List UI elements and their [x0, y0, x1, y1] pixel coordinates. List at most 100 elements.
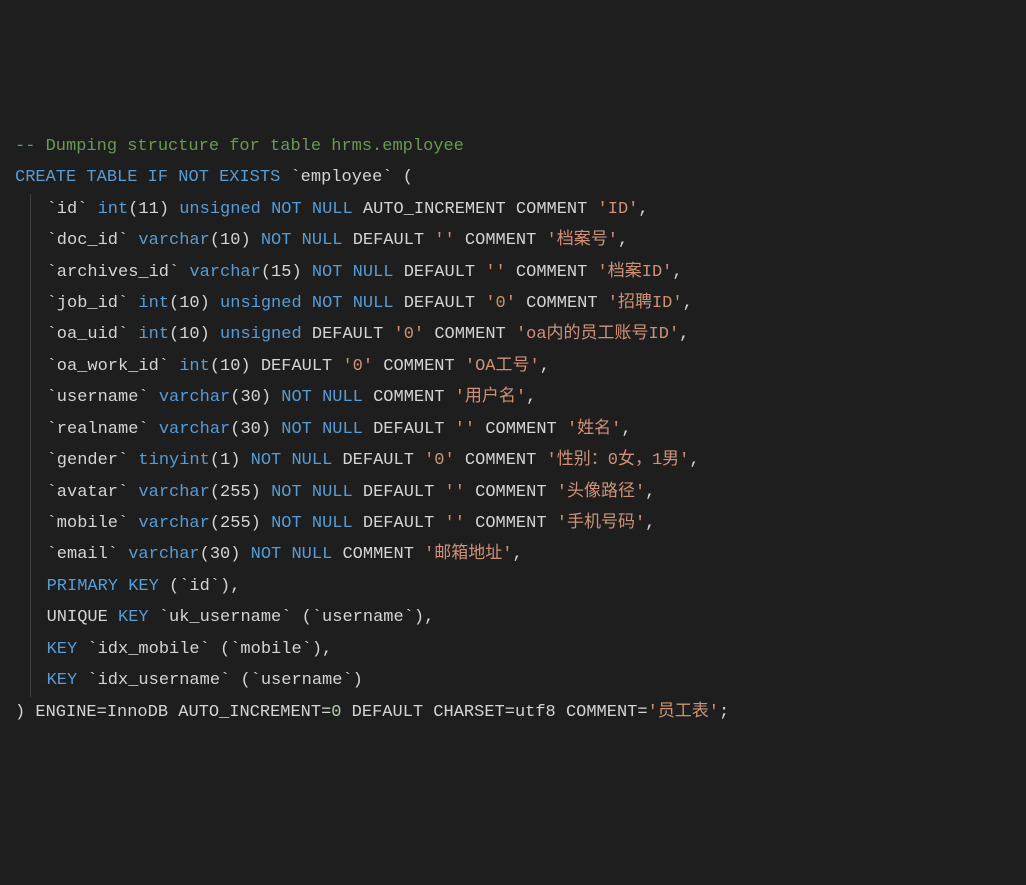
footer-token: ; — [719, 703, 729, 722]
column-size: (30) — [200, 545, 241, 564]
column-attr: '招聘ID' — [608, 294, 683, 313]
column-type: varchar — [138, 483, 209, 502]
column-attr: COMMENT — [342, 545, 413, 564]
column-name: `archives_id` — [47, 263, 180, 282]
column-size: (11) — [128, 200, 169, 219]
column-attr: '性别：0女，1男' — [547, 451, 690, 470]
footer-token: InnoDB — [107, 703, 168, 722]
column-attr: DEFAULT — [261, 357, 332, 376]
column-attr: '' — [485, 263, 505, 282]
column-name: `oa_uid` — [47, 325, 129, 344]
column-attr: NULL — [353, 263, 394, 282]
column-def-line: `id` int(11) unsigned NOT NULL AUTO_INCR… — [47, 194, 1011, 225]
column-attr: NOT — [312, 263, 343, 282]
key-token: ) — [353, 671, 363, 690]
column-type: int — [179, 357, 210, 376]
key-token: ( — [169, 577, 179, 596]
column-def-line: `oa_uid` int(10) unsigned DEFAULT '0' CO… — [47, 319, 1011, 350]
column-attr: '档案ID' — [598, 263, 673, 282]
column-size: (30) — [230, 388, 271, 407]
column-attr: unsigned — [220, 325, 302, 344]
column-def-line: `realname` varchar(30) NOT NULL DEFAULT … — [47, 414, 1011, 445]
column-attr: COMMENT — [475, 483, 546, 502]
kw-if: IF — [148, 168, 168, 187]
column-name: `job_id` — [47, 294, 129, 313]
key-token: `id` — [179, 577, 220, 596]
column-attr: '0' — [485, 294, 516, 313]
column-attr: NULL — [312, 514, 353, 533]
column-type: int — [138, 294, 169, 313]
column-attr: COMMENT — [516, 263, 587, 282]
column-definitions-block: `id` int (11) unsigned NOT NULL AUTO_INCR… — [30, 194, 1011, 697]
column-type: tinyint — [138, 451, 209, 470]
table-options-line: ) ENGINE=InnoDB AUTO_INCREMENT=0 DEFAULT… — [15, 697, 1011, 728]
sql-code-block[interactable]: -- Dumping structure for table hrms.empl… — [15, 131, 1011, 728]
column-attr: '' — [445, 483, 465, 502]
column-attr: NOT — [312, 294, 343, 313]
key-token: UNIQUE — [47, 608, 108, 627]
column-attr: DEFAULT — [312, 325, 383, 344]
key-token: KEY — [47, 640, 78, 659]
column-name: `avatar` — [47, 483, 129, 502]
key-def-line: KEY `idx_mobile` (`mobile`), — [47, 634, 1011, 665]
column-size: (255) — [210, 514, 261, 533]
column-type: int — [138, 325, 169, 344]
column-size: (255) — [210, 483, 261, 502]
column-def-line: `job_id` int(10) unsigned NOT NULL DEFAU… — [47, 288, 1011, 319]
column-attr: '用户名' — [455, 388, 526, 407]
column-name: `username` — [47, 388, 149, 407]
column-attr: NOT — [271, 483, 302, 502]
column-attr: DEFAULT — [363, 514, 434, 533]
column-size: (10) — [169, 325, 210, 344]
column-def-line: `oa_work_id` int(10) DEFAULT '0' COMMENT… — [47, 351, 1011, 382]
column-attr: NOT — [281, 420, 312, 439]
column-def-line: `avatar` varchar(255) NOT NULL DEFAULT '… — [47, 477, 1011, 508]
footer-token: DEFAULT — [341, 703, 423, 722]
kw-table: TABLE — [86, 168, 137, 187]
column-attr: AUTO_INCREMENT — [363, 200, 506, 219]
column-attr: NULL — [322, 388, 363, 407]
key-def-line: PRIMARY KEY (`id`), — [47, 571, 1011, 602]
column-size: (30) — [230, 420, 271, 439]
create-table-line: CREATE TABLE IF NOT EXISTS `employee` ( — [15, 162, 1011, 193]
column-attr: COMMENT — [516, 200, 587, 219]
key-token: ), — [414, 608, 434, 627]
key-def-line: UNIQUE KEY `uk_username` (`username`), — [47, 602, 1011, 633]
column-size: (10) — [210, 357, 251, 376]
column-attr: NULL — [291, 545, 332, 564]
column-type: varchar — [159, 388, 230, 407]
column-def-line: `gender` tinyint(1) NOT NULL DEFAULT '0'… — [47, 445, 1011, 476]
column-attr: 'ID' — [598, 200, 639, 219]
column-attr: COMMENT — [526, 294, 597, 313]
column-attr: DEFAULT — [404, 263, 475, 282]
column-attr: NOT — [281, 388, 312, 407]
close-paren: ) — [15, 703, 35, 722]
column-attr: COMMENT — [465, 231, 536, 250]
column-attr: DEFAULT — [363, 483, 434, 502]
key-token: ( — [220, 640, 230, 659]
key-token: `idx_mobile` — [87, 640, 209, 659]
sql-comment: -- Dumping structure for table hrms.empl… — [15, 137, 464, 156]
key-token: KEY — [128, 577, 159, 596]
column-attr: 'OA工号' — [465, 357, 540, 376]
column-attr: COMMENT — [475, 514, 546, 533]
column-attr: NOT — [271, 514, 302, 533]
footer-token: utf8 — [515, 703, 556, 722]
column-type: varchar — [189, 263, 260, 282]
column-attr: '0' — [424, 451, 455, 470]
column-attr: COMMENT — [383, 357, 454, 376]
key-def-line: KEY `idx_username` (`username`) — [47, 665, 1011, 696]
column-attr: '邮箱地址' — [424, 545, 512, 564]
kw-not: NOT — [178, 168, 209, 187]
key-token: PRIMARY — [47, 577, 118, 596]
column-attr: NULL — [302, 231, 343, 250]
key-token: ( — [302, 608, 312, 627]
column-attr: DEFAULT — [404, 294, 475, 313]
column-attr: NULL — [353, 294, 394, 313]
column-attr: '0' — [394, 325, 425, 344]
column-type: varchar — [138, 231, 209, 250]
column-type: varchar — [159, 420, 230, 439]
column-def-line: `email` varchar(30) NOT NULL COMMENT '邮箱… — [47, 539, 1011, 570]
column-attr: NULL — [312, 200, 353, 219]
kw-exists: EXISTS — [219, 168, 280, 187]
